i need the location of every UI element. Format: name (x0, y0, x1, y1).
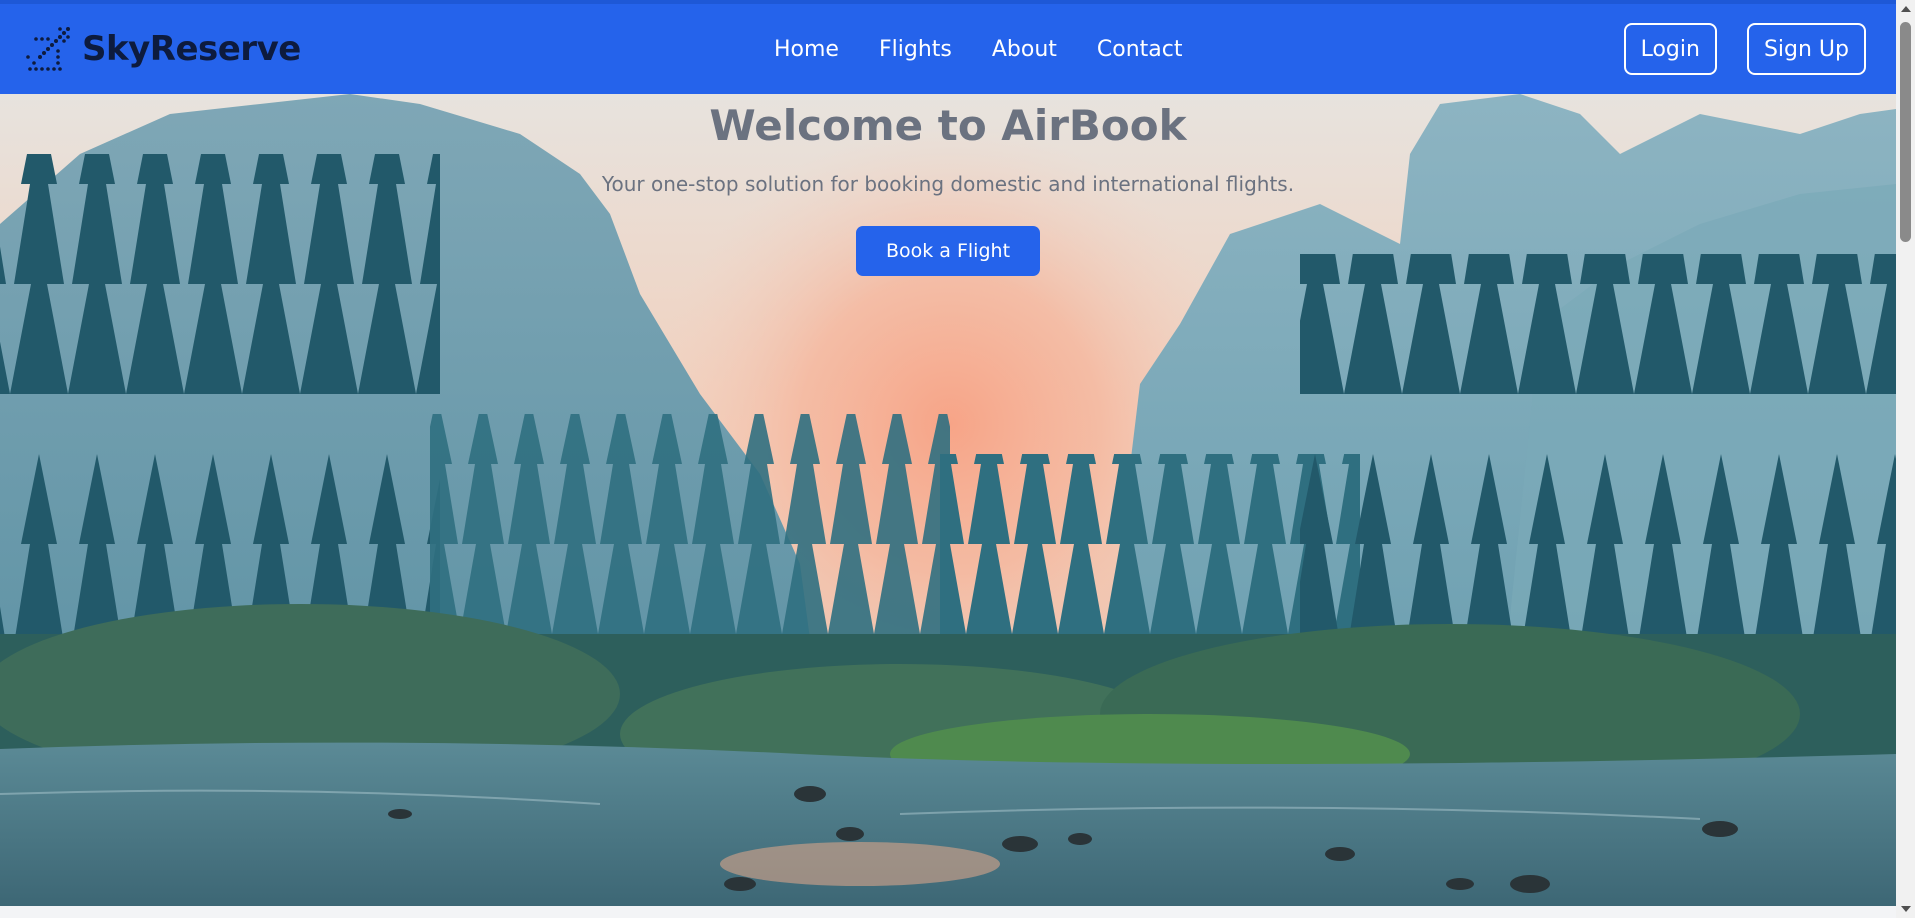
auth-buttons: Login Sign Up (1623, 23, 1866, 75)
nav-links: Home Flights About Contact (774, 4, 1182, 94)
nav-link-flights[interactable]: Flights (879, 37, 952, 62)
brand-logo[interactable]: SkyReserve (24, 4, 301, 94)
nav-link-about[interactable]: About (992, 37, 1057, 62)
book-flight-button[interactable]: Book a Flight (855, 226, 1041, 276)
airplane-takeoff-icon (24, 25, 72, 73)
page-footer-edge (0, 906, 1896, 918)
signup-button[interactable]: Sign Up (1746, 23, 1866, 75)
login-button[interactable]: Login (1623, 23, 1717, 75)
hero-subtitle: Your one-stop solution for booking domes… (601, 172, 1295, 196)
scroll-up-icon[interactable] (1901, 6, 1911, 12)
scroll-down-icon[interactable] (1901, 906, 1911, 912)
nav-link-contact[interactable]: Contact (1097, 37, 1183, 62)
scrollbar-thumb[interactable] (1900, 22, 1911, 242)
page-viewport: SkyReserve Home Flights About Contact Lo… (0, 0, 1896, 918)
vertical-scrollbar[interactable] (1896, 0, 1915, 918)
hero-section: Welcome to AirBook Your one-stop solutio… (0, 94, 1896, 906)
brand-name: SkyReserve (82, 29, 301, 69)
hero-title: Welcome to AirBook (709, 101, 1187, 150)
hero-content: Welcome to AirBook Your one-stop solutio… (0, 94, 1896, 276)
nav-link-home[interactable]: Home (774, 37, 839, 62)
navbar: SkyReserve Home Flights About Contact Lo… (0, 4, 1896, 94)
